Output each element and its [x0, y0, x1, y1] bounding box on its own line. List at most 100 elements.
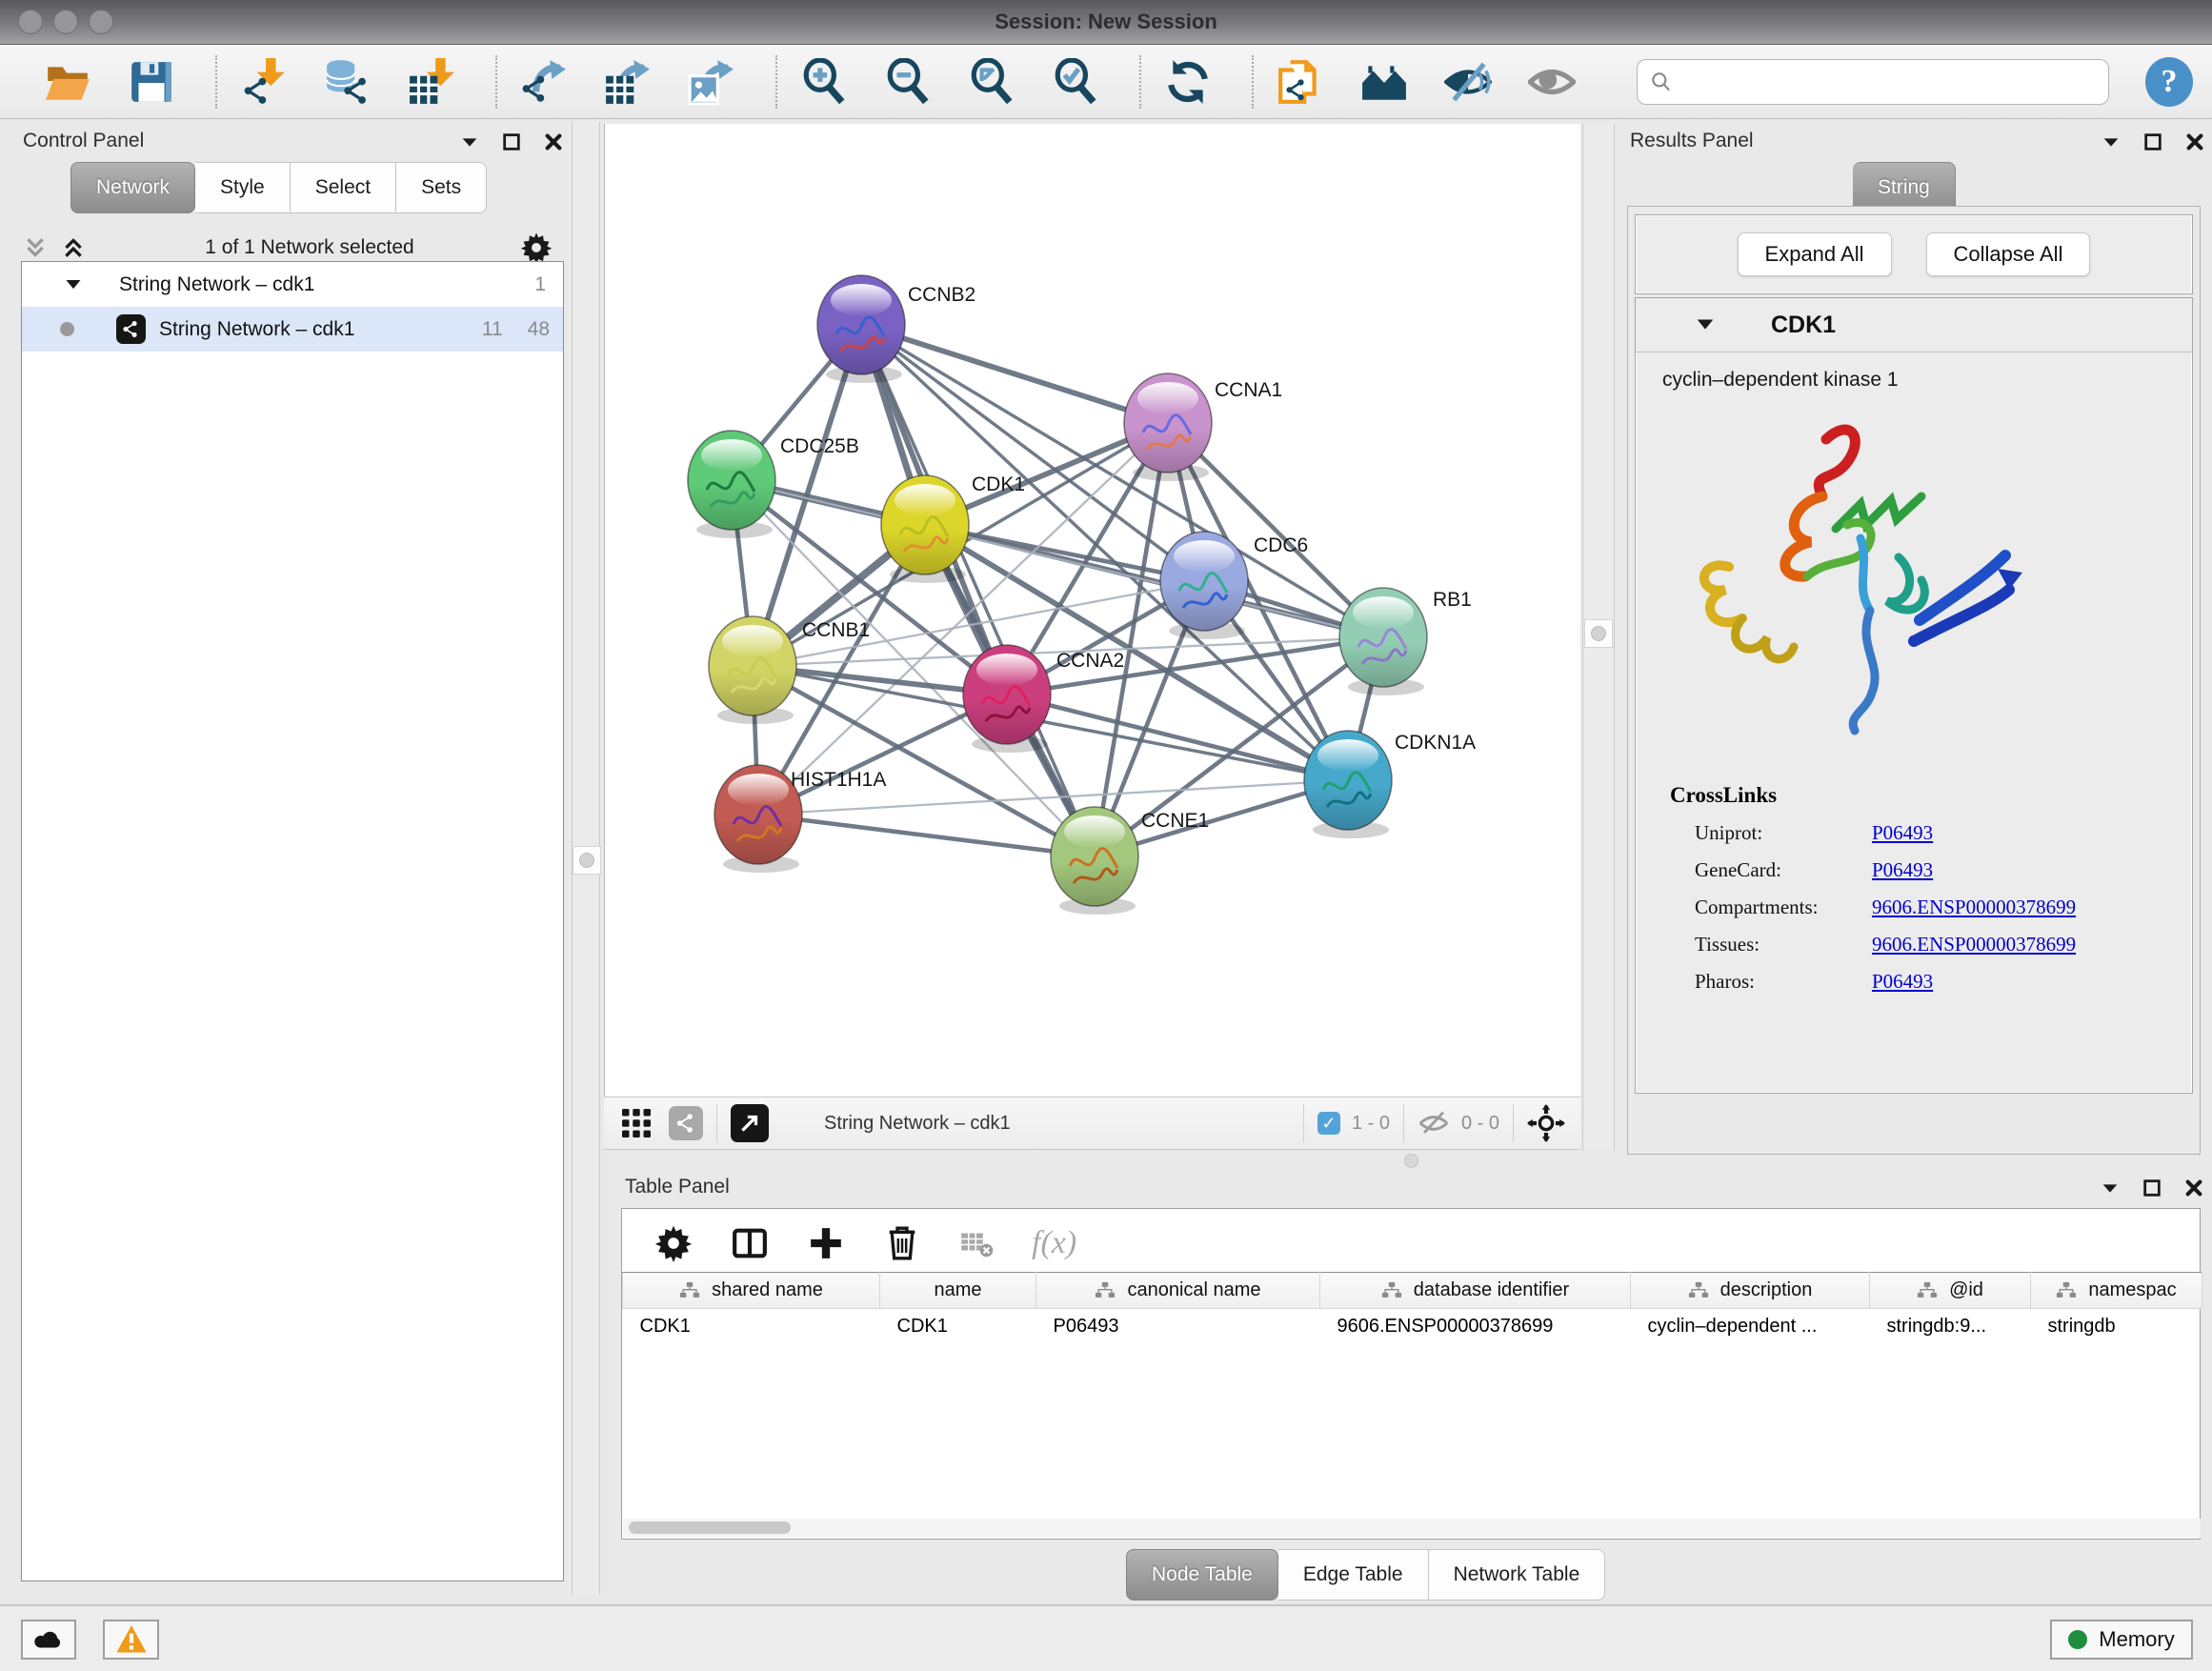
show-all-button[interactable] — [1526, 56, 1578, 108]
table-cell[interactable]: 9606.ENSP00000378699 — [1320, 1309, 1631, 1345]
expand-all-icon[interactable] — [61, 235, 86, 260]
float-panel-icon[interactable] — [2142, 131, 2163, 152]
close-panel-icon[interactable] — [2183, 1178, 2204, 1198]
network-graph[interactable]: CCNB2CCNA1CDC25BCDK1CDC6RB1CCNB1CCNA2CDK… — [605, 124, 1581, 1097]
collection-expander-icon[interactable] — [64, 275, 83, 294]
network-node-rb1[interactable] — [1339, 588, 1427, 695]
table-settings-gear-icon[interactable] — [654, 1224, 693, 1262]
network-view-share-icon[interactable] — [669, 1106, 703, 1140]
tab-network[interactable]: Network — [70, 162, 195, 213]
crosslink-link[interactable]: P06493 — [1872, 970, 1933, 994]
collapse-all-icon[interactable] — [23, 235, 48, 260]
horizontal-splitter-handle[interactable] — [1404, 1154, 1418, 1168]
collapse-all-button[interactable]: Collapse All — [1926, 232, 2091, 276]
table-cell[interactable]: stringdb — [2031, 1309, 2202, 1345]
column-header-namespac[interactable]: namespac — [2031, 1273, 2202, 1309]
float-panel-icon[interactable] — [2142, 1178, 2162, 1198]
fit-crosshair-icon[interactable] — [1527, 1104, 1565, 1142]
memory-button[interactable]: Memory — [2050, 1620, 2193, 1660]
import-table-from-file-button[interactable] — [406, 56, 457, 108]
table-cell[interactable]: stringdb:9... — [1870, 1309, 2031, 1345]
network-edge[interactable] — [758, 815, 1095, 856]
gene-section-header[interactable]: CDK1 — [1636, 298, 2192, 352]
column-header-name[interactable]: name — [880, 1273, 1036, 1309]
float-panel-icon[interactable] — [501, 131, 522, 152]
left-splitter-handle[interactable] — [573, 846, 601, 875]
network-node-ccnb2[interactable] — [817, 275, 905, 383]
zoom-in-button[interactable] — [798, 56, 850, 108]
tab-node-table[interactable]: Node Table — [1126, 1549, 1278, 1601]
column-header-description[interactable]: description — [1631, 1273, 1870, 1309]
table-cell[interactable]: CDK1 — [880, 1309, 1036, 1345]
network-row[interactable]: String Network – cdk1 11 48 — [22, 307, 563, 352]
section-expander-icon[interactable] — [1695, 314, 1716, 335]
left-splitter[interactable] — [572, 122, 600, 1595]
gear-icon[interactable] — [520, 232, 553, 264]
tab-network-table[interactable]: Network Table — [1429, 1549, 1606, 1601]
export-table-button[interactable] — [602, 56, 654, 108]
network-node-ccne1[interactable] — [1051, 807, 1138, 915]
right-splitter[interactable] — [1582, 124, 1615, 1151]
network-node-ccna1[interactable] — [1124, 373, 1212, 481]
tab-sets[interactable]: Sets — [396, 162, 487, 213]
column-header-canonical-name[interactable]: canonical name — [1036, 1273, 1320, 1309]
warning-status-button[interactable] — [103, 1620, 159, 1660]
results-scroll-area[interactable]: CDK1 cyclin–dependent kinase 1 — [1635, 297, 2193, 1094]
apply-preferred-layout-button[interactable] — [1162, 56, 1214, 108]
selected-checkbox-icon[interactable]: ✓ — [1317, 1112, 1340, 1135]
column-header-database-identifier[interactable]: database identifier — [1320, 1273, 1631, 1309]
close-panel-icon[interactable] — [2184, 131, 2205, 152]
hide-selected-button[interactable] — [1442, 56, 1494, 108]
search-box[interactable] — [1637, 59, 2109, 105]
network-node-cdc25b[interactable] — [688, 431, 775, 538]
add-column-icon[interactable] — [807, 1224, 845, 1262]
import-network-from-database-button[interactable] — [322, 56, 373, 108]
column-header-shared-name[interactable]: shared name — [623, 1273, 880, 1309]
delete-column-icon[interactable] — [883, 1224, 921, 1262]
network-node-cdkn1a[interactable] — [1304, 731, 1392, 838]
tab-style[interactable]: Style — [195, 162, 291, 213]
crosslink-link[interactable]: P06493 — [1872, 821, 1933, 845]
table-cell[interactable]: cyclin–dependent ... — [1631, 1309, 1870, 1345]
cloud-status-button[interactable] — [21, 1620, 76, 1660]
right-splitter-handle[interactable] — [1584, 619, 1613, 648]
expand-all-button[interactable]: Expand All — [1738, 232, 1892, 276]
zoom-out-button[interactable] — [882, 56, 934, 108]
zoom-fit-content-button[interactable] — [966, 56, 1017, 108]
crosslink-link[interactable]: 9606.ENSP00000378699 — [1872, 896, 2076, 919]
crosslink-link[interactable]: 9606.ENSP00000378699 — [1872, 933, 2076, 956]
table-cell[interactable]: P06493 — [1036, 1309, 1320, 1345]
show-columns-icon[interactable] — [731, 1224, 769, 1262]
tab-edge-table[interactable]: Edge Table — [1278, 1549, 1429, 1601]
help-button[interactable]: ? — [2145, 57, 2193, 107]
panel-menu-icon[interactable] — [459, 131, 480, 152]
table-row[interactable]: CDK1CDK1P064939606.ENSP00000378699cyclin… — [623, 1309, 2202, 1345]
hidden-eye-icon[interactable] — [1418, 1107, 1450, 1139]
close-panel-icon[interactable] — [543, 131, 564, 152]
network-edge[interactable] — [861, 325, 1168, 423]
scrollbar-thumb[interactable] — [629, 1521, 791, 1534]
crosslink-link[interactable]: P06493 — [1872, 858, 1933, 882]
search-input[interactable] — [1681, 71, 2091, 93]
save-session-button[interactable] — [126, 56, 177, 108]
network-collection-row[interactable]: String Network – cdk1 1 — [22, 262, 563, 307]
network-edge[interactable] — [861, 325, 1095, 856]
zoom-selected-button[interactable] — [1050, 56, 1101, 108]
panel-menu-icon[interactable] — [2100, 1178, 2121, 1198]
network-node-ccnb1[interactable] — [709, 616, 796, 724]
birdseye-view-icon[interactable] — [731, 1104, 769, 1142]
panel-menu-icon[interactable] — [2101, 131, 2122, 152]
network-node-hist1h1a[interactable] — [714, 765, 802, 873]
first-neighbors-button[interactable] — [1358, 56, 1410, 108]
import-network-from-file-button[interactable] — [238, 56, 290, 108]
grid-view-icon[interactable] — [619, 1106, 654, 1140]
table-horizontal-scrollbar[interactable] — [623, 1519, 2201, 1538]
open-session-button[interactable] — [42, 56, 93, 108]
column-header--id[interactable]: @id — [1870, 1273, 2031, 1309]
export-image-button[interactable] — [686, 56, 737, 108]
tab-select[interactable]: Select — [291, 162, 396, 213]
network-node-ccna2[interactable] — [963, 645, 1051, 753]
clone-network-button[interactable] — [1275, 56, 1326, 108]
export-network-button[interactable] — [518, 56, 570, 108]
network-canvas[interactable]: CCNB2CCNA1CDC25BCDK1CDC6RB1CCNB1CCNA2CDK… — [604, 124, 1580, 1097]
